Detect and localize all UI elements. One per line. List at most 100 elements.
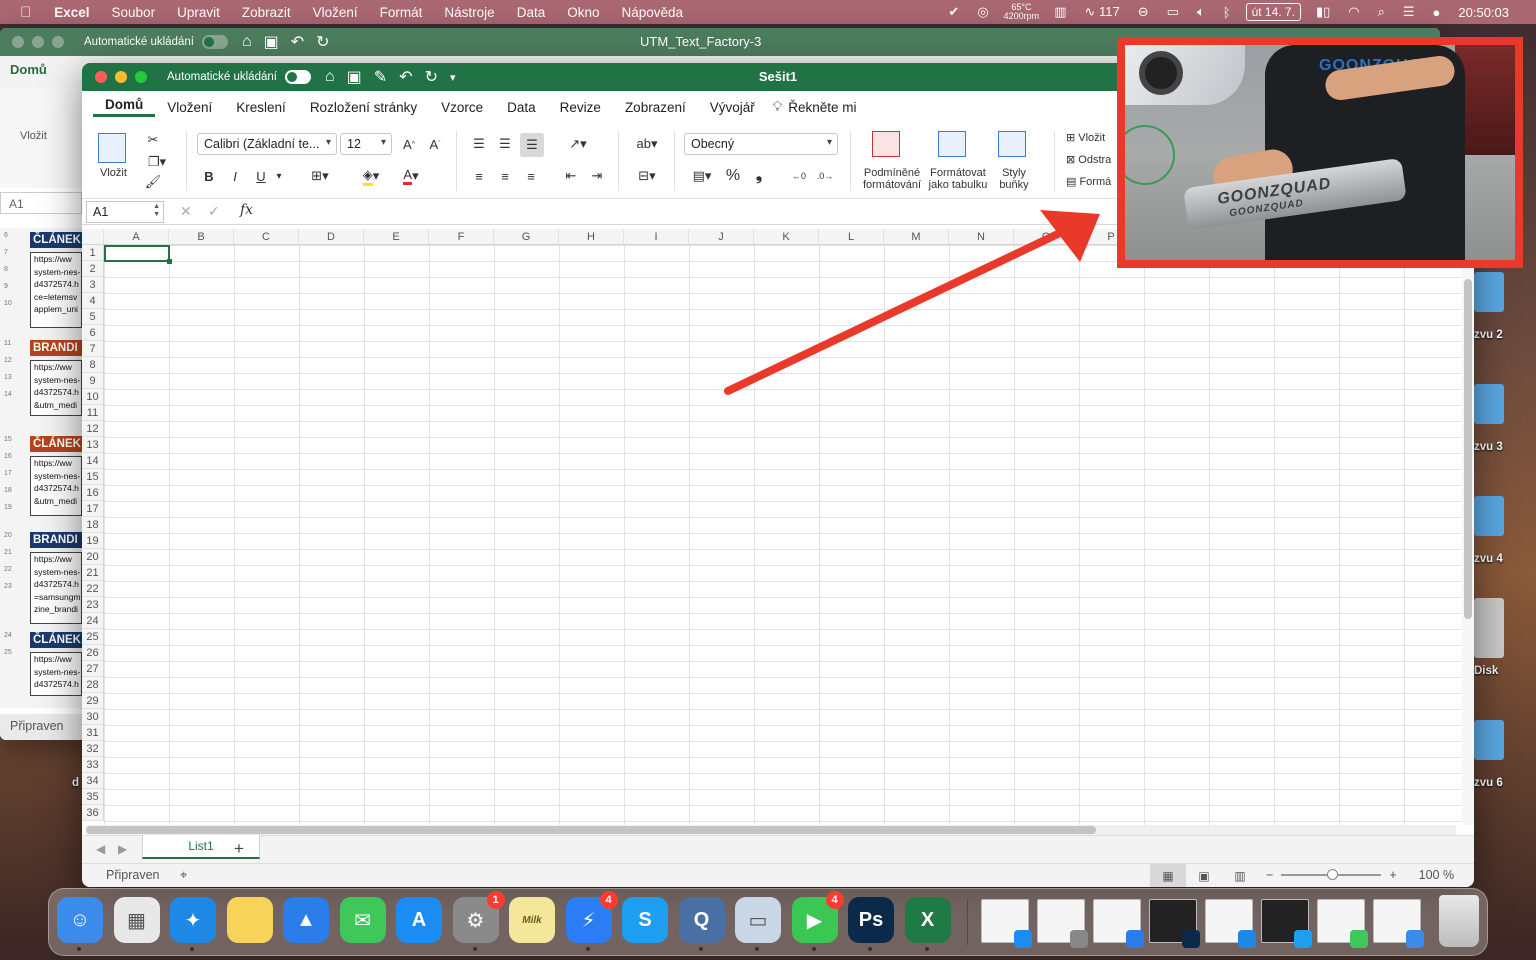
desktop-folder-icon[interactable] [1474,720,1504,760]
tab-zobrazeni[interactable]: Zobrazení [613,100,698,115]
home-icon[interactable]: ⌂ [325,68,335,86]
row-header[interactable]: 36 [82,805,104,821]
column-header[interactable]: E [364,229,429,245]
dock-app-store-icon[interactable]: A [396,897,442,943]
tab-vyvojar[interactable]: Vývojář [698,100,767,115]
dock-messenger-icon[interactable]: ⚡ 4 [565,891,618,951]
back-redo-icon[interactable]: ↻ [316,32,329,52]
align-top-icon[interactable]: ☰ [468,133,490,155]
increase-indent-icon[interactable]: ⇥ [586,165,608,187]
row-header[interactable]: 31 [82,725,104,741]
menu-item-soubor[interactable]: Soubor [101,5,167,20]
control-center-icon[interactable]: ☰ [1394,4,1424,20]
cell-styles-icon[interactable] [998,131,1026,157]
row-header[interactable]: 7 [82,341,104,357]
name-box[interactable]: A1 ▲ ▼ [86,201,164,223]
tab-vlozeni[interactable]: Vložení [155,100,224,115]
zoom-in-button[interactable]: + [1389,868,1396,882]
number-format-select[interactable]: Obecný ▾ [684,133,838,155]
decrease-indent-icon[interactable]: ⇤ [560,165,582,187]
dock-facetime-icon[interactable]: ▶ 4 [791,891,844,951]
trash-icon[interactable] [1439,895,1479,947]
delete-cells-button[interactable]: ⊠ Odstra [1066,153,1111,166]
confirm-entry-icon[interactable]: ✓ [208,203,220,220]
battery-icon[interactable]: ▮▯ [1307,4,1339,20]
format-cells-button[interactable]: ▤ Formá [1066,175,1111,188]
row-header[interactable]: 1 [82,245,104,261]
insert-cells-button[interactable]: ⊞ Vložit [1066,131,1105,144]
borders-icon[interactable]: ⊞▾ [302,165,338,187]
siri-icon[interactable]: ● [1424,5,1450,20]
row-header[interactable]: 29 [82,693,104,709]
customize-toolbar-icon[interactable]: ▾ [450,71,456,84]
menu-item-vlozeni[interactable]: Vložení [302,5,369,20]
row-header[interactable]: 14 [82,453,104,469]
back-home-icon[interactable]: ⌂ [242,33,252,51]
font-color-icon[interactable]: A ▾ [394,165,428,187]
wrap-text-icon[interactable]: ab▾ [630,133,664,155]
fill-color-icon[interactable]: ◈ ▾ [354,165,388,187]
column-header[interactable]: K [754,229,819,245]
back-undo-icon[interactable]: ↶ [291,32,304,52]
tab-vzorce[interactable]: Vzorce [429,100,495,115]
dock-minimized-window[interactable] [1373,899,1424,948]
format-painter-icon[interactable]: 🖌︎ [144,173,162,191]
align-center-icon[interactable]: ≡ [494,165,516,187]
align-left-icon[interactable]: ≡ [468,165,490,187]
menu-item-okno[interactable]: Okno [556,5,610,20]
select-all-corner[interactable] [82,229,104,245]
volume-icon[interactable]: 🔈︎ [1188,4,1214,20]
font-name-select[interactable]: Calibri (Základní te... ▾ [197,133,337,155]
row-header[interactable]: 32 [82,741,104,757]
row-header[interactable]: 17 [82,501,104,517]
dock-minimized-window[interactable] [1317,899,1368,948]
align-bottom-icon[interactable]: ☰ [520,133,544,157]
dock-messages-icon[interactable]: ✉ [339,897,386,943]
format-as-table-icon[interactable] [938,131,966,157]
wifi-icon[interactable]: ◠ [1339,4,1368,20]
row-header[interactable]: 15 [82,469,104,485]
window-manager-icon[interactable]: ▥ [1045,4,1075,20]
menu-item-napoveda[interactable]: Nápověda [611,5,695,20]
row-header[interactable]: 34 [82,773,104,789]
zoom-slider-knob[interactable] [1327,869,1339,880]
tab-kresleni[interactable]: Kreslení [224,100,298,115]
desktop-folder-icon[interactable] [1474,272,1504,312]
back-name-box[interactable]: A1 [0,192,82,214]
desktop-folder-icon[interactable] [1474,384,1504,424]
row-header[interactable]: 4 [82,293,104,309]
dock-minimized-window[interactable] [1149,899,1200,948]
font-size-select[interactable]: 12 ▾ [340,133,392,155]
cut-icon[interactable]: ✂ [144,131,162,149]
undo-icon[interactable]: ↶ [399,67,412,87]
column-header[interactable]: C [234,229,299,245]
dock-minimized-window[interactable] [1037,899,1088,948]
comma-button[interactable]: ❟ [748,165,770,187]
align-right-icon[interactable]: ≡ [520,165,542,187]
dock-launchpad-icon[interactable]: ▦ [113,897,160,943]
row-header[interactable]: 24 [82,613,104,629]
page-break-view-icon[interactable]: ▥ [1222,864,1258,887]
row-header[interactable]: 25 [82,629,104,645]
conditional-formatting-button[interactable]: Podmíněné formátování [862,167,922,191]
zoom-button[interactable] [135,71,147,83]
menu-app-name[interactable]: Excel [43,5,100,20]
accounting-format-icon[interactable]: ▤▾ [684,165,720,187]
row-header[interactable]: 18 [82,517,104,533]
airplay-icon[interactable]: ▭ [1158,4,1188,20]
vertical-scrollbar[interactable] [1462,229,1474,825]
row-header[interactable]: 30 [82,709,104,725]
fan-status[interactable]: 65°C 4200rpm [998,3,1046,21]
tell-me-search[interactable]: 💡︎ Řekněte mi [767,99,857,115]
dock-minimized-window[interactable] [1261,899,1312,948]
row-header[interactable]: 20 [82,549,104,565]
accessibility-icon[interactable]: ⌖ [180,867,187,883]
back-window-controls[interactable] [12,36,64,48]
column-header[interactable]: L [819,229,884,245]
close-button[interactable] [95,71,107,83]
zoom-level[interactable]: 100 % [1419,868,1454,882]
row-header[interactable]: 16 [82,485,104,501]
minimize-button[interactable] [115,71,127,83]
tab-rozlozeni-stranky[interactable]: Rozložení stránky [298,100,429,115]
dock-preview-icon[interactable]: ▭ [735,897,781,951]
